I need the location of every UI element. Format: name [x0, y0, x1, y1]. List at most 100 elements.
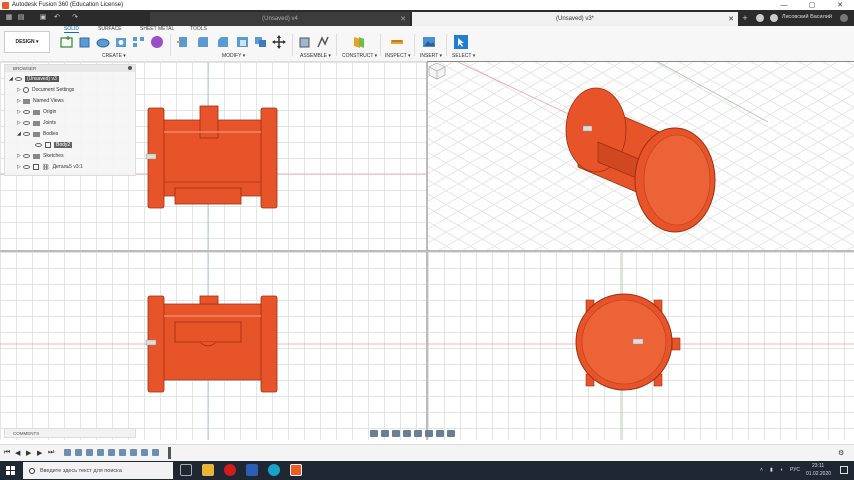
modify-menu[interactable]: MODIFY ▾ — [222, 53, 245, 59]
tab-surface[interactable]: SURFACE — [98, 26, 122, 32]
create-form-icon[interactable] — [150, 35, 164, 49]
grid-settings-icon[interactable] — [436, 429, 444, 437]
inspect-menu[interactable]: INSPECT ▾ — [385, 53, 410, 59]
create-sketch-icon[interactable] — [60, 35, 74, 49]
insert-image-icon[interactable] — [422, 35, 436, 49]
close-button[interactable]: ✕ — [826, 0, 854, 10]
timeline-feature[interactable] — [152, 449, 159, 456]
viewport-perspective[interactable] — [427, 61, 854, 251]
redo-icon[interactable]: ↷ — [70, 13, 80, 23]
select-menu[interactable]: SELECT ▾ — [452, 53, 475, 59]
viewports-icon[interactable] — [447, 429, 455, 437]
extensions-icon[interactable] — [756, 14, 764, 22]
taskbar-search[interactable]: Введите здесь текст для поиска — [23, 462, 173, 479]
fillet-icon[interactable] — [196, 35, 210, 49]
timeline-feature[interactable] — [119, 449, 126, 456]
hole-icon[interactable] — [114, 35, 128, 49]
tree-root[interactable]: ◢ (Unsaved) v3 — [9, 74, 59, 84]
combine-icon[interactable] — [254, 35, 268, 49]
tree-item-document-settings[interactable]: ▷ Document Settings — [17, 85, 74, 95]
pattern-icon[interactable] — [132, 35, 146, 49]
language-indicator[interactable]: РУС — [790, 467, 800, 473]
visibility-icon[interactable] — [15, 77, 22, 81]
timeline-settings-icon[interactable]: ⚙ — [838, 449, 844, 457]
timeline-marker[interactable] — [168, 447, 171, 459]
job-status-icon[interactable] — [770, 14, 778, 22]
notifications-icon[interactable] — [840, 466, 848, 474]
file-menu-icon[interactable]: ▤ — [16, 13, 26, 23]
pan-icon[interactable] — [392, 429, 400, 437]
revolve-icon[interactable] — [96, 35, 110, 49]
clock-time[interactable]: 23:11 — [812, 463, 824, 469]
look-at-icon[interactable] — [381, 429, 389, 437]
tree-item-component[interactable]: ▷ ⛓ Деталь5 v3:1 — [17, 162, 83, 172]
tab-close-icon[interactable]: ✕ — [728, 15, 734, 23]
tree-item-joints[interactable]: ▷ Joints — [17, 118, 56, 128]
timeline-feature[interactable] — [64, 449, 71, 456]
browser-app-icon[interactable] — [268, 464, 280, 476]
tab-tools[interactable]: TOOLS — [190, 26, 207, 32]
go-to-end-icon[interactable]: ⏭ — [48, 449, 54, 457]
timeline-feature[interactable] — [108, 449, 115, 456]
visibility-icon[interactable] — [23, 154, 30, 158]
undo-icon[interactable]: ↶ — [52, 13, 62, 23]
maximize-button[interactable]: ▢ — [798, 0, 826, 10]
user-account[interactable]: Лисовский Василий — [782, 14, 832, 20]
windows-start-icon[interactable] — [6, 466, 15, 475]
move-copy-icon[interactable] — [272, 35, 286, 49]
press-pull-icon[interactable] — [176, 35, 190, 49]
fit-icon[interactable] — [414, 429, 422, 437]
visibility-icon[interactable] — [23, 121, 30, 125]
new-tab-icon[interactable]: + — [740, 13, 750, 23]
clock-date[interactable]: 01.02.2020 — [806, 471, 831, 477]
assemble-menu[interactable]: ASSEMBLE ▾ — [300, 53, 331, 59]
timeline-feature[interactable] — [97, 449, 104, 456]
volume-icon[interactable]: ◖ — [780, 467, 783, 473]
tab-unsaved-v4[interactable]: (Unsaved) v4 ✕ — [150, 12, 410, 26]
workspace-switcher[interactable]: DESIGN ▾ — [4, 31, 50, 53]
display-settings-icon[interactable] — [425, 429, 433, 437]
network-icon[interactable]: ▮ — [770, 467, 773, 473]
tree-item-named-views[interactable]: ▷ Named Views — [17, 96, 64, 106]
opera-icon[interactable] — [224, 464, 236, 476]
step-forward-icon[interactable]: ▶ — [37, 449, 42, 457]
joint-icon[interactable] — [316, 35, 330, 49]
viewport-top[interactable] — [0, 252, 426, 440]
measure-icon[interactable] — [390, 35, 404, 49]
tree-item-bodies[interactable]: ◢ Bodies — [17, 129, 58, 139]
visibility-icon[interactable] — [23, 165, 30, 169]
new-component-icon[interactable] — [298, 35, 312, 49]
help-icon[interactable] — [840, 14, 848, 22]
pin-icon[interactable] — [128, 66, 132, 70]
viewport-right[interactable] — [428, 252, 854, 440]
construct-menu[interactable]: CONSTRUCT ▾ — [342, 53, 377, 59]
task-view-icon[interactable] — [180, 464, 192, 476]
select-cursor-icon[interactable] — [454, 35, 468, 49]
timeline-feature[interactable] — [75, 449, 82, 456]
timeline-feature[interactable] — [86, 449, 93, 456]
offset-plane-icon[interactable] — [352, 35, 366, 49]
visibility-icon[interactable] — [35, 143, 42, 147]
tree-item-body2[interactable]: Body2 — [35, 140, 73, 150]
tree-item-origin[interactable]: ▷ Origin — [17, 107, 56, 117]
tab-solid[interactable]: SOLID — [64, 26, 80, 33]
shell-icon[interactable] — [236, 35, 250, 49]
viewcube-icon[interactable] — [428, 62, 446, 80]
go-to-start-icon[interactable]: ⏮ — [4, 449, 10, 457]
zoom-icon[interactable] — [403, 429, 411, 437]
visibility-icon[interactable] — [23, 110, 30, 114]
timeline-feature[interactable] — [130, 449, 137, 456]
data-panel-icon[interactable]: ▦ — [4, 13, 14, 23]
tray-arrow-icon[interactable]: ˄ — [760, 467, 763, 473]
insert-menu[interactable]: INSERT ▾ — [420, 53, 442, 59]
browser-header[interactable]: BROWSER — [5, 65, 135, 72]
tab-unsaved-v3[interactable]: (Unsaved) v3* ✕ — [412, 12, 738, 26]
create-menu[interactable]: CREATE ▾ — [102, 53, 126, 59]
visibility-icon[interactable] — [23, 132, 30, 136]
comments-panel[interactable]: COMMENTS — [4, 428, 136, 438]
tab-close-icon[interactable]: ✕ — [400, 15, 406, 23]
tree-item-sketches[interactable]: ▷ Sketches — [17, 151, 64, 161]
play-icon[interactable]: ▶ — [26, 449, 31, 457]
fusion-taskbar-icon[interactable] — [290, 464, 302, 476]
chamfer-icon[interactable] — [216, 35, 230, 49]
